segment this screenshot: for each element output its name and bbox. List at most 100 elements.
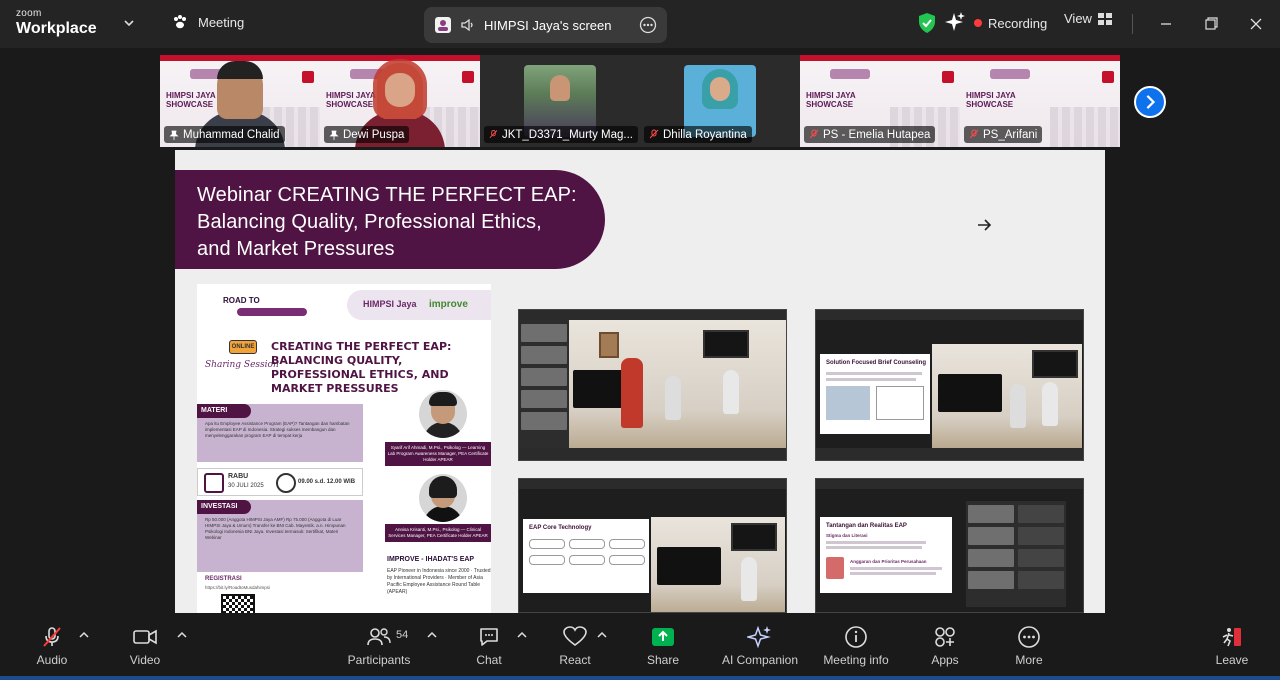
participant-name: Dhilla Royantina [663,128,747,141]
leave-button[interactable]: Leave [1214,617,1250,672]
participants-label: Participants [347,653,411,667]
calendar-icon [204,473,224,493]
ai-companion-button[interactable]: AI Companion [719,617,801,672]
heart-icon [563,626,587,646]
studio-room [932,344,1082,448]
date-text: 30 JULI 2025 [228,483,264,489]
mini-slide: Tantangan dan Realitas EAP Stigma dan Li… [820,517,952,593]
session-screenshot: EAP Core Technology [518,478,787,613]
audio-label: Audio [36,653,68,667]
tile-banner-line1: HIMPSI JAYA [806,91,856,100]
participant-name: JKT_D3371_Murty Mag... [501,128,633,141]
chat-label: Chat [476,653,502,667]
speaker-caption: Syarif Arif Ahmadi, M.Psi., Psikolog — L… [385,442,491,466]
participants-icon [367,628,391,646]
chat-button[interactable]: Chat [472,617,506,672]
apps-icon [935,627,955,647]
mini-slide-title: Tantangan dan Realitas EAP [826,523,907,529]
taskbar-edge [0,676,1280,680]
chevron-up-icon[interactable] [516,629,528,641]
maximize-icon[interactable] [1201,14,1221,34]
grid-view-icon [1097,12,1112,25]
poster-road-to: ROAD TO [223,296,260,305]
apps-button[interactable]: Apps [928,617,962,672]
thumbnail-column [519,320,569,450]
improve-list: EAP Pioneer in Indonesia since 2000 · Tr… [387,568,491,595]
chevron-up-icon[interactable] [426,629,438,641]
participant-face [550,75,570,101]
participant-tile[interactable]: HIMPSI JAYA SHOWCASE Muhammad Chalid [160,55,320,147]
paw-icon [174,15,186,29]
meeting-info-button[interactable]: Meeting info [818,617,894,672]
recording-indicator[interactable]: Recording [974,11,1047,35]
participant-tile[interactable]: HIMPSI JAYA SHOWCASE PS - Emelia Hutapea [800,55,960,147]
studio-room [651,517,785,612]
mic-muted-icon [649,129,659,139]
screen-share-tab[interactable]: HIMPSI Jaya's screen [424,7,667,43]
video-button[interactable]: Video [122,617,168,672]
audio-button[interactable]: Audio [30,617,74,672]
date-time-box: RABU 30 JULI 2025 09.00 s.d. 12.00 WIB [197,468,363,496]
chat-icon [480,628,498,646]
share-label: Share [646,653,680,667]
view-button[interactable]: View [1064,11,1112,26]
poster-headline: CREATING THE PERFECT EAP: BALANCING QUAL… [271,340,452,395]
speaker-caption: Annisa Krisanti, M.Psi., Psikolog — Clin… [385,524,491,542]
app-brand[interactable]: zoom Workplace [16,9,97,37]
more-button[interactable]: More [1012,617,1046,672]
mini-slide-subtitle: Anggaran dan Prioritas Perusahaan [850,559,927,564]
session-screenshot [518,309,787,461]
pin-icon [329,130,339,140]
participants-button[interactable]: Participants [345,617,413,672]
slide-title-line: and Market Pressures [197,238,395,260]
more-options-icon[interactable] [639,16,657,34]
poster-event-banner [237,308,307,316]
speaker-photo [419,474,467,522]
date-day: RABU [228,473,249,480]
leave-icon [1222,628,1241,647]
participant-tile[interactable]: HIMPSI JAYA SHOWCASE Dewi Puspa [320,55,480,147]
chevron-up-icon[interactable] [596,629,608,641]
participant-tile[interactable]: Dhilla Royantina [640,55,800,147]
participant-tile[interactable]: HIMPSI JAYA SHOWCASE PS_Arifani [960,55,1120,147]
investasi-label: INVESTASI [197,500,251,514]
improve-title: IMPROVE - IHADAT'S EAP [387,556,475,563]
minimize-icon[interactable] [1156,14,1176,34]
arrow-right-icon [978,219,992,231]
materi-label: MATERI [197,404,251,418]
share-button[interactable]: Share [644,617,682,672]
meeting-tab[interactable]: Meeting [172,14,244,30]
react-label: React [559,653,591,667]
more-icon [1018,626,1040,648]
info-icon [845,626,867,648]
speaker-icon[interactable] [460,17,476,33]
ai-sparkle-icon[interactable] [945,11,965,33]
chevron-up-icon[interactable] [78,629,90,641]
meeting-label: Meeting [198,14,245,30]
zoom-window: zoom Workplace Meeting HIMPSI Jaya's scr… [0,0,1280,680]
chevron-down-icon[interactable] [122,16,136,30]
ai-sparkle-icon [747,625,771,649]
chevron-up-icon[interactable] [176,629,188,641]
participants-count: 54 [396,629,409,641]
mini-slide: Solution Focused Brief Counseling [820,354,930,434]
participant-name-tag: Dhilla Royantina [644,126,752,143]
registrasi-link: https://bit.ly/RoadtoMusdahimpsi [205,585,271,590]
react-button[interactable]: React [556,617,594,672]
participant-tile[interactable]: JKT_D3371_Murty Mag... [480,55,640,147]
participant-name: Muhammad Chalid [183,128,280,141]
speaker-photo [419,390,467,438]
next-page-arrow-icon[interactable] [1134,86,1166,118]
mic-muted-icon [489,130,498,138]
close-icon[interactable] [1246,14,1266,34]
investasi-box: INVESTASI Rp 50.000 (Anggota HIMPSI Jaya… [197,500,363,572]
materi-text: Apa itu Employee Assistance Program (EAP… [205,421,350,438]
participant-name-tag: Dewi Puspa [324,126,410,143]
poster-logos: HIMPSI Jaya improve [347,290,491,320]
security-shield-icon[interactable] [917,12,937,34]
participant-strip: HIMPSI JAYA SHOWCASE Muhammad Chalid HIMP… [160,55,1120,147]
slide-title-band: Webinar CREATING THE PERFECT EAP: Balanc… [175,170,605,269]
mini-slide-title: EAP Core Technology [529,525,592,531]
mini-slide-subtitle: Stigma dan Literasi [826,533,868,538]
mic-muted-icon [43,627,61,647]
